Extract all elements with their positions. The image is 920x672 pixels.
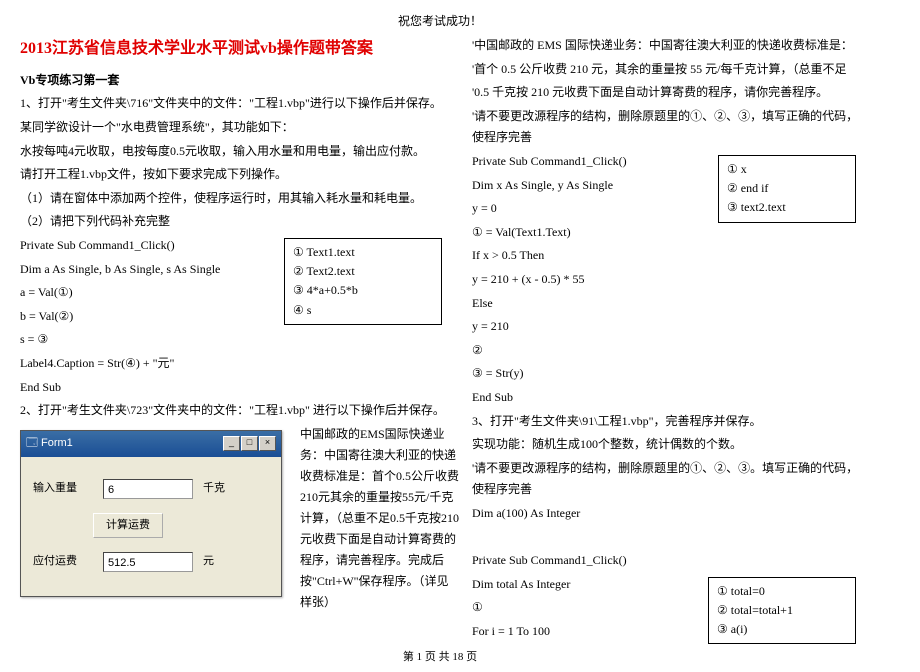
vb-form-title: 🗔 Form1 xyxy=(26,434,73,454)
q1-answer-1: ① Text1.text xyxy=(293,243,433,262)
q1-step2: （2）请把下列代码补充完整 xyxy=(20,211,460,233)
q2-code-l11: End Sub xyxy=(472,387,860,409)
q1-code-l5: s = ③ xyxy=(20,329,460,351)
maximize-icon[interactable]: □ xyxy=(241,436,258,451)
q3-note: '请不要更改源程序的结构，删除原题里的①、②、③。填写正确的代码，使程序完善 xyxy=(472,458,860,501)
q3-func: 实现功能：随机生成100个整数，统计偶数的个数。 xyxy=(472,434,860,456)
vb-label-weight: 输入重量 xyxy=(33,479,103,499)
q3-code-l1: Dim a(100) As Integer xyxy=(472,503,860,525)
q2-comment-3: '0.5 千克按 210 元收费下面是自动计算寄费的程序，请你完善程序。 xyxy=(472,82,860,104)
q2-answer-2: ② end if xyxy=(727,179,847,198)
q2-code-l10: ③ = Str(y) xyxy=(472,363,860,385)
left-column: 2013江苏省信息技术学业水平测试vb操作题带答案 Vb专项练习第一套 1、打开… xyxy=(20,33,460,644)
page-header: 祝您考试成功！ xyxy=(20,12,860,29)
vb-calc-button[interactable]: 计算运费 xyxy=(93,513,163,539)
vb-form-body: 输入重量 6 千克 计算运费 应付运费 512.5 元 xyxy=(21,457,281,597)
two-column-layout: 2013江苏省信息技术学业水平测试vb操作题带答案 Vb专项练习第一套 1、打开… xyxy=(20,33,860,644)
q2-answer-3: ③ text2.text xyxy=(727,198,847,217)
vb-row-input-weight: 输入重量 6 千克 xyxy=(33,479,269,499)
vb-row-output-fee: 应付运费 512.5 元 xyxy=(33,552,269,572)
q1-step1: （1）请在窗体中添加两个控件，使程序运行时，用其输入耗水量和耗电量。 xyxy=(20,188,460,210)
vb-form-window: 🗔 Form1 _ □ × 输入重量 6 千克 计算运费 应付运 xyxy=(20,430,282,598)
q1-code-l7: End Sub xyxy=(20,377,460,399)
q1-answer-2: ② Text2.text xyxy=(293,262,433,281)
q2-code-l6: y = 210 + (x - 0.5) * 55 xyxy=(472,269,860,291)
q1-answer-4: ④ s xyxy=(293,301,433,320)
q3-code-l2: Private Sub Command1_Click() xyxy=(472,550,860,572)
q1-desc3: 请打开工程1.vbp文件，按如下要求完成下列操作。 xyxy=(20,164,460,186)
q2-comment-2: '首个 0.5 公斤收费 210 元，其余的重量按 55 元/每千克计算，（总重… xyxy=(472,59,860,81)
q1-desc1: 某同学欲设计一个"水电费管理系统"，其功能如下： xyxy=(20,117,460,139)
minimize-icon[interactable]: _ xyxy=(223,436,240,451)
q1-desc2: 水按每吨4元收取，电按每度0.5元收取，输入用水量和用电量，输出应付款。 xyxy=(20,141,460,163)
vb-input-weight[interactable]: 6 xyxy=(103,479,193,499)
q3-answer-1: ① total=0 xyxy=(717,582,847,601)
q2-intro: 2、打开"考生文件夹\723"文件夹中的文件："工程1.vbp" 进行以下操作后… xyxy=(20,400,460,422)
q2-code-l9: ② xyxy=(472,340,860,362)
q2-code-l5: If x > 0.5 Then xyxy=(472,245,860,267)
q1-code-l6: Label4.Caption = Str(④) + "元" xyxy=(20,353,460,375)
q2-code-l4: ① = Val(Text1.Text) xyxy=(472,222,860,244)
q1-answer-box: ① Text1.text ② Text2.text ③ 4*a+0.5*b ④ … xyxy=(284,238,442,325)
q2-code-l8: y = 210 xyxy=(472,316,860,338)
q3-answer-box: ① total=0 ② total=total+1 ③ a(i) xyxy=(708,577,856,645)
vb-output-fee: 512.5 xyxy=(103,552,193,572)
q3-intro: 3、打开"考生文件夹\91\工程1.vbp"，完善程序并保存。 xyxy=(472,411,860,433)
q2-answer-1: ① x xyxy=(727,160,847,179)
right-column: '中国邮政的 EMS 国际快递业务：中国寄往澳大利亚的快递收费标准是： '首个 … xyxy=(472,33,860,644)
q2-comment-1: '中国邮政的 EMS 国际快递业务：中国寄往澳大利亚的快递收费标准是： xyxy=(472,35,860,57)
vb-label-fee: 应付运费 xyxy=(33,552,103,572)
q2-description: 中国邮政的EMS国际快递业务：中国寄往澳大利亚的快递收费标准是：首个0.5公斤收… xyxy=(300,424,460,613)
vb-titlebar: 🗔 Form1 _ □ × xyxy=(21,431,281,457)
q2-code-l7: Else xyxy=(472,293,860,315)
q1-answer-3: ③ 4*a+0.5*b xyxy=(293,281,433,300)
q3-answer-2: ② total=total+1 xyxy=(717,601,847,620)
q1-intro: 1、打开"考生文件夹\716"文件夹中的文件："工程1.vbp"进行以下操作后并… xyxy=(20,93,460,115)
window-control-buttons: _ □ × xyxy=(223,436,276,451)
vb-unit-kg: 千克 xyxy=(203,479,225,499)
document-title: 2013江苏省信息技术学业水平测试vb操作题带答案 xyxy=(20,35,460,64)
q2-comment-4: '请不要更改源程序的结构，删除原题里的①、②、③，填写正确的代码，使程序完善 xyxy=(472,106,860,149)
q3-answer-3: ③ a(i) xyxy=(717,620,847,639)
close-icon[interactable]: × xyxy=(259,436,276,451)
vb-unit-yuan: 元 xyxy=(203,552,214,572)
document-subtitle: Vb专项练习第一套 xyxy=(20,70,460,92)
q2-answer-box: ① x ② end if ③ text2.text xyxy=(718,155,856,223)
